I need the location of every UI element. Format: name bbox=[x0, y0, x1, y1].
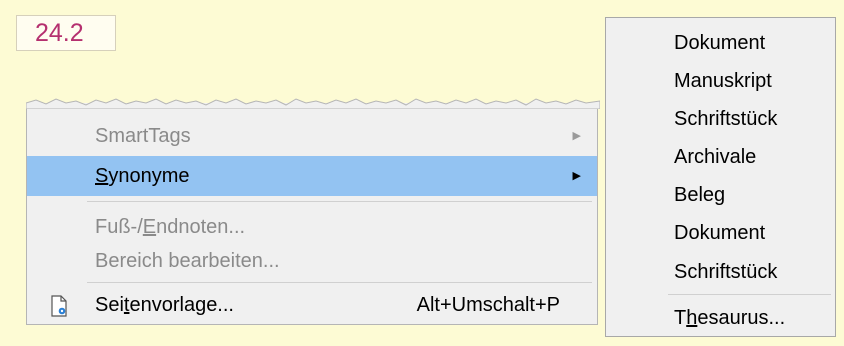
synonyms-submenu: Dokument Manuskript Schriftstück Archiva… bbox=[605, 17, 836, 337]
menu-item-label: SmartTags bbox=[95, 125, 191, 147]
submenu-arrow-icon: ▶ bbox=[572, 130, 581, 142]
menu-item-label: Seitenvorlage... bbox=[95, 294, 234, 316]
synonym-item[interactable]: Schriftstück bbox=[674, 100, 777, 138]
menu-item-label: Bereich bearbeiten... bbox=[95, 250, 280, 272]
synonym-item[interactable]: Dokument bbox=[674, 214, 765, 252]
menu-separator bbox=[87, 282, 592, 283]
menu-item-page-style[interactable]: Seitenvorlage... Alt+Umschalt+P bbox=[27, 285, 597, 325]
menu-separator bbox=[668, 294, 831, 295]
menu-item-edit-section[interactable]: Bereich bearbeiten... bbox=[27, 241, 597, 281]
context-menu: SmartTags ▶ Synonyme ▶ Fuß-/Endnoten... … bbox=[26, 98, 600, 325]
submenu-arrow-icon: ▶ bbox=[572, 170, 581, 182]
synonym-item[interactable]: Schriftstück bbox=[674, 253, 777, 291]
torn-edge bbox=[26, 98, 600, 109]
synonym-item[interactable]: Dokument bbox=[674, 24, 765, 62]
field-value: 24.2 bbox=[35, 19, 84, 47]
synonym-item[interactable]: Beleg bbox=[674, 176, 725, 214]
menu-item-synonyme[interactable]: Synonyme ▶ bbox=[27, 156, 597, 196]
menu-item-smarttags[interactable]: SmartTags ▶ bbox=[27, 116, 597, 156]
field-value-box: 24.2 bbox=[16, 15, 116, 51]
menu-separator bbox=[87, 201, 592, 202]
thesaurus-item[interactable]: Thesaurus... bbox=[674, 299, 785, 337]
menu-item-shortcut: Alt+Umschalt+P bbox=[416, 294, 560, 316]
menu-item-label: Synonyme bbox=[95, 165, 190, 187]
synonym-item[interactable]: Archivale bbox=[674, 138, 756, 176]
synonym-item[interactable]: Manuskript bbox=[674, 62, 772, 100]
page-style-icon bbox=[51, 295, 67, 317]
